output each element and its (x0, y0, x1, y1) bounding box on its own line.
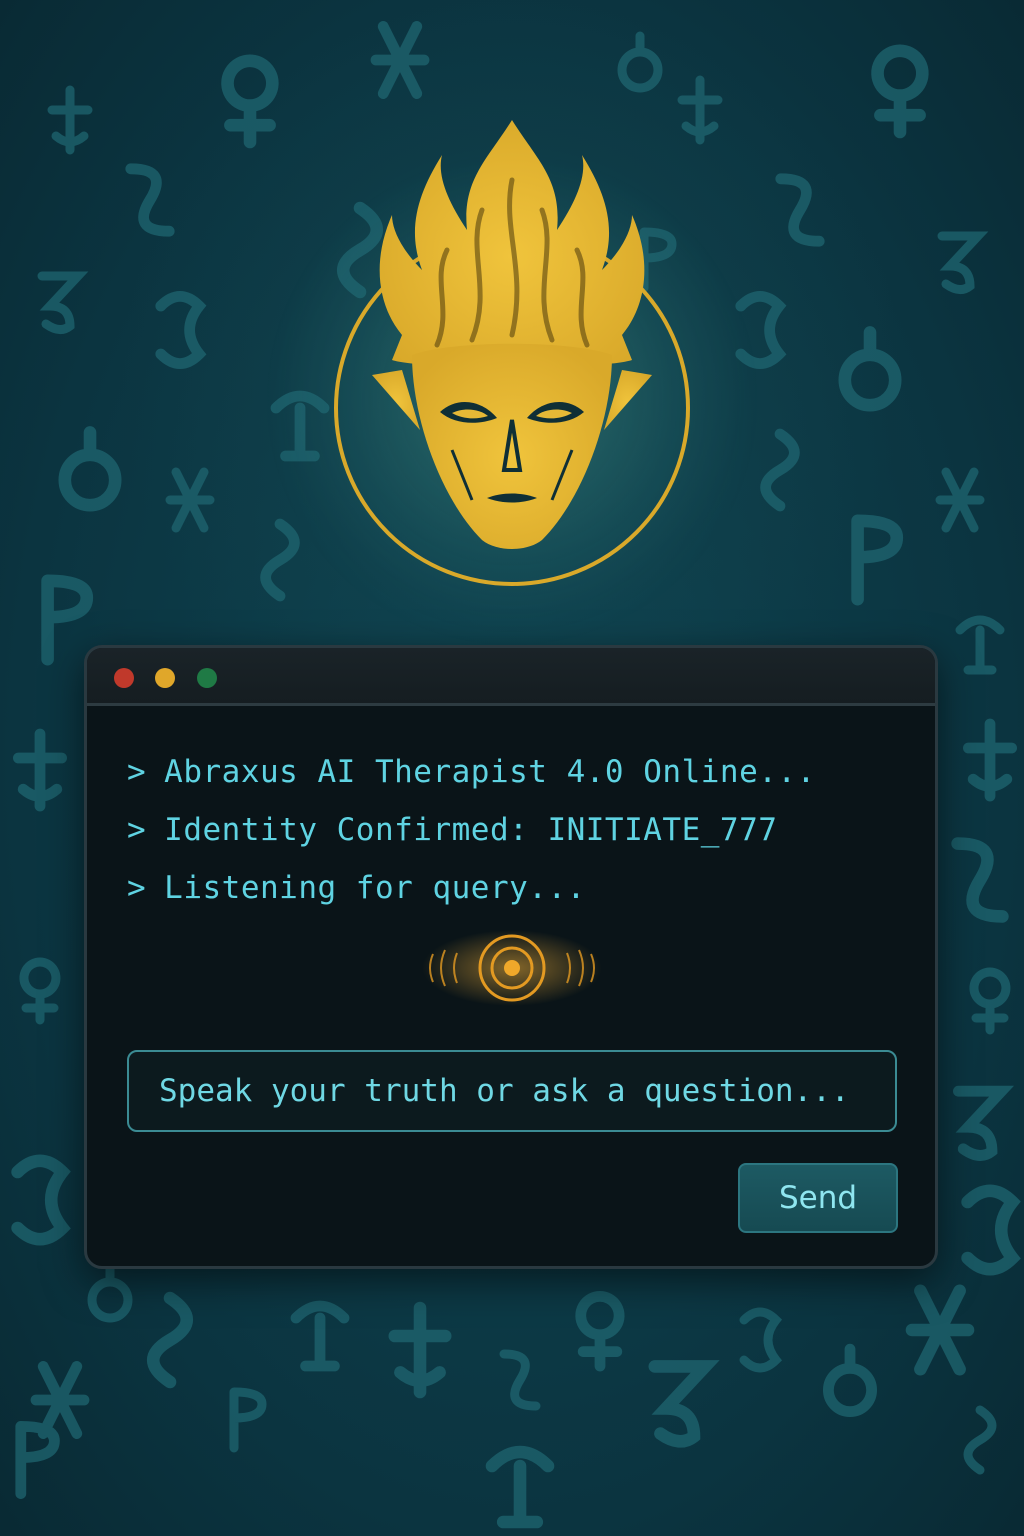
listening-waveform-icon (157, 930, 867, 1006)
arcane-glyph (11, 1154, 71, 1246)
arcane-glyph (221, 54, 279, 149)
arcane-glyph (739, 1307, 783, 1373)
arcane-glyph (499, 1349, 541, 1411)
arcane-glyph (229, 1387, 267, 1453)
arcane-glyph (648, 1360, 720, 1448)
arcane-glyph (485, 1445, 555, 1529)
arcane-glyph (87, 1261, 133, 1323)
console-line: > Identity Confirmed: INITIATE_777 (127, 801, 897, 859)
arcane-glyph (388, 1301, 452, 1399)
arcane-glyph (15, 1420, 60, 1500)
arcane-glyph (58, 426, 122, 512)
console-line-text: Listening for query... (164, 870, 586, 906)
arcane-glyph (822, 1343, 878, 1417)
arcane-glyph (12, 728, 68, 812)
close-dot[interactable] (114, 668, 134, 688)
prompt-symbol: > (127, 812, 147, 848)
arcane-glyph (155, 291, 207, 369)
prompt-symbol: > (127, 754, 147, 790)
arcane-glyph (125, 163, 175, 237)
arcane-glyph (47, 85, 93, 155)
arcane-glyph (760, 428, 800, 512)
query-input[interactable] (157, 1072, 867, 1110)
console-line: > Abraxus AI Therapist 4.0 Online... (127, 743, 897, 801)
arcane-glyph (969, 967, 1011, 1035)
query-input-field[interactable] (127, 1050, 897, 1132)
arcane-glyph (951, 837, 1009, 923)
console-line-text: Identity Confirmed: INITIATE_777 (164, 812, 778, 848)
minimize-dot[interactable] (155, 668, 175, 688)
arcane-glyph (617, 31, 663, 93)
prompt-symbol: > (127, 870, 147, 906)
maximize-dot[interactable] (197, 668, 217, 688)
arcane-glyph (165, 467, 215, 533)
arcane-glyph (30, 1360, 90, 1440)
arcane-glyph (871, 44, 929, 139)
arcane-glyph (370, 20, 430, 100)
console-line-text: Abraxus AI Therapist 4.0 Online... (164, 754, 816, 790)
console-line: > Listening for query... (127, 859, 897, 917)
arcane-glyph (962, 718, 1018, 802)
arcane-glyph (963, 1405, 997, 1475)
arcane-glyph (961, 1184, 1021, 1276)
arcane-glyph (37, 271, 89, 334)
send-button[interactable]: Send (738, 1163, 898, 1233)
arcane-glyph (575, 1290, 625, 1372)
arcane-glyph (775, 173, 825, 247)
console-output: > Abraxus AI Therapist 4.0 Online... > Ide… (127, 743, 897, 917)
window-titlebar (87, 648, 935, 706)
arcane-glyph (41, 574, 94, 666)
arcane-glyph (838, 326, 902, 412)
arcane-glyph (851, 514, 904, 606)
arcane-glyph (935, 467, 985, 533)
arcane-glyph (290, 1300, 350, 1372)
arcane-glyph (955, 615, 1005, 675)
arcane-glyph (952, 1085, 1015, 1161)
therapist-terminal-window: > Abraxus AI Therapist 4.0 Online... > Ide… (84, 645, 938, 1269)
arcane-glyph (937, 231, 989, 294)
arcane-glyph (147, 1291, 193, 1389)
arcane-glyph (260, 518, 300, 602)
flame-haired-face-icon (334, 120, 690, 586)
arcane-glyph (905, 1284, 975, 1376)
arcane-glyph (19, 957, 61, 1025)
